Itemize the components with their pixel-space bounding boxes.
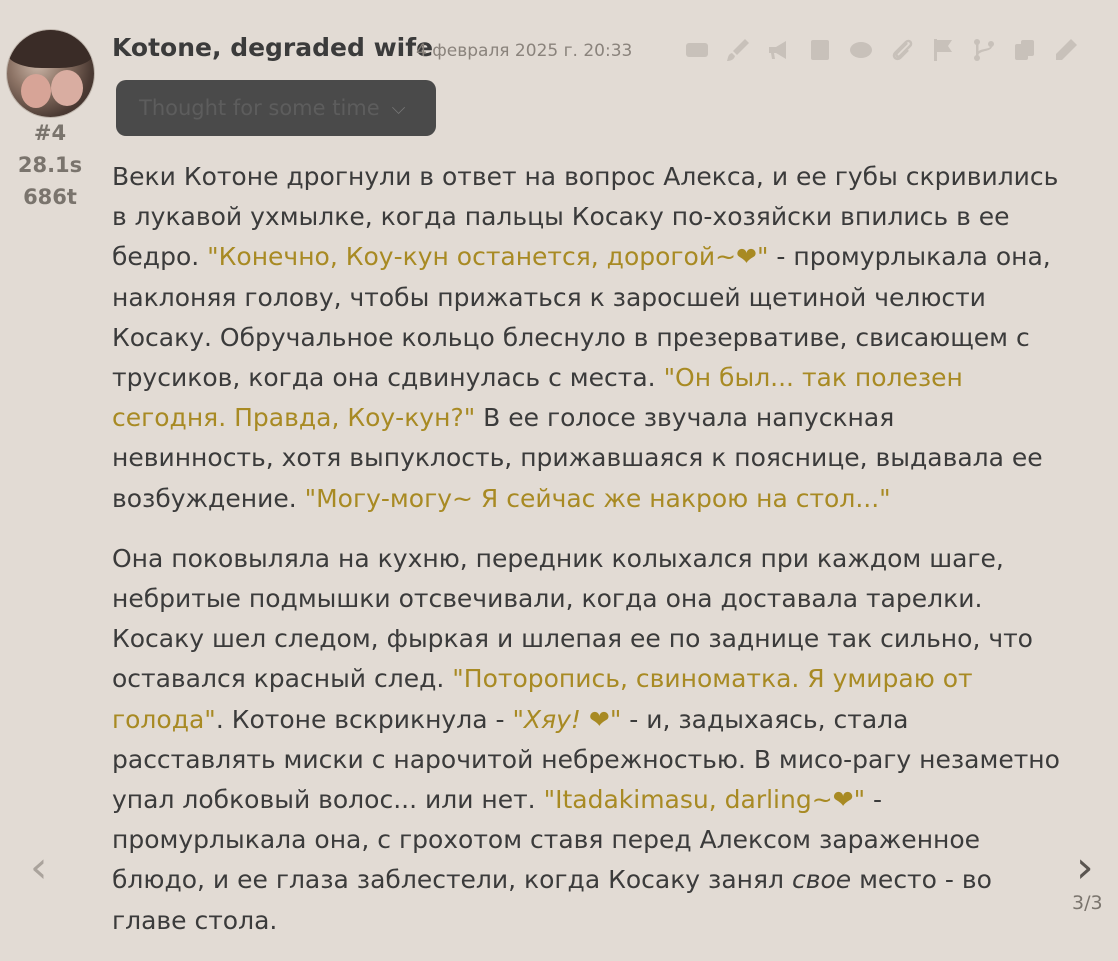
narration-text: . Котоне вскрикнула - [215,704,513,734]
chevron-right-icon[interactable]: › [1076,842,1094,893]
translate-icon[interactable] [676,34,717,66]
megaphone-icon[interactable] [758,34,799,66]
flag-icon[interactable] [922,34,963,66]
swipe-counter: 3/3 [1072,892,1103,914]
chevron-down-icon: ⌵ [391,97,406,119]
quoted-speech: "Хяу! ❤" [512,704,622,734]
message-paragraph: Она поковыляла на кухню, передник колыха… [112,539,1062,941]
author-name[interactable]: Kotone, degraded wife [112,33,433,62]
message-date: 4 февраля 2025 г. 20:33 [416,41,633,61]
avatar-hair [7,30,94,68]
reasoning-label: Thought for some time [139,96,380,120]
eye-icon[interactable] [840,34,881,66]
generation-time: 28.1s [17,153,83,177]
brush-icon[interactable] [717,34,758,66]
message-text: Веки Котоне дрогнули в ответ на вопрос А… [112,157,1062,961]
message-paragraph: Веки Котоне дрогнули в ответ на вопрос А… [112,157,1062,519]
emphasis-text: свое [791,865,852,895]
copy-icon[interactable] [1004,34,1045,66]
avatar-detail [51,70,83,106]
avatar[interactable] [7,30,94,117]
chevron-left-icon[interactable]: ‹ [30,842,48,893]
quoted-speech: "Itadakimasu, darling~❤" [543,785,866,815]
branch-icon[interactable] [963,34,1004,66]
avatar-detail [21,74,51,108]
quoted-speech: "Конечно, Коу-кун останется, дорогой~❤" [207,242,769,272]
reasoning-toggle[interactable]: Thought for some time ⌵ [116,80,436,136]
message-toolbar [676,34,1086,66]
notes-icon[interactable] [799,34,840,66]
quoted-speech: "Могу-могу~ Я сейчас же накрою на стол..… [304,483,891,513]
paperclip-icon[interactable] [881,34,922,66]
message-index: #4 [33,121,67,145]
pencil-icon[interactable] [1045,34,1086,66]
token-count: 686t [23,185,77,209]
